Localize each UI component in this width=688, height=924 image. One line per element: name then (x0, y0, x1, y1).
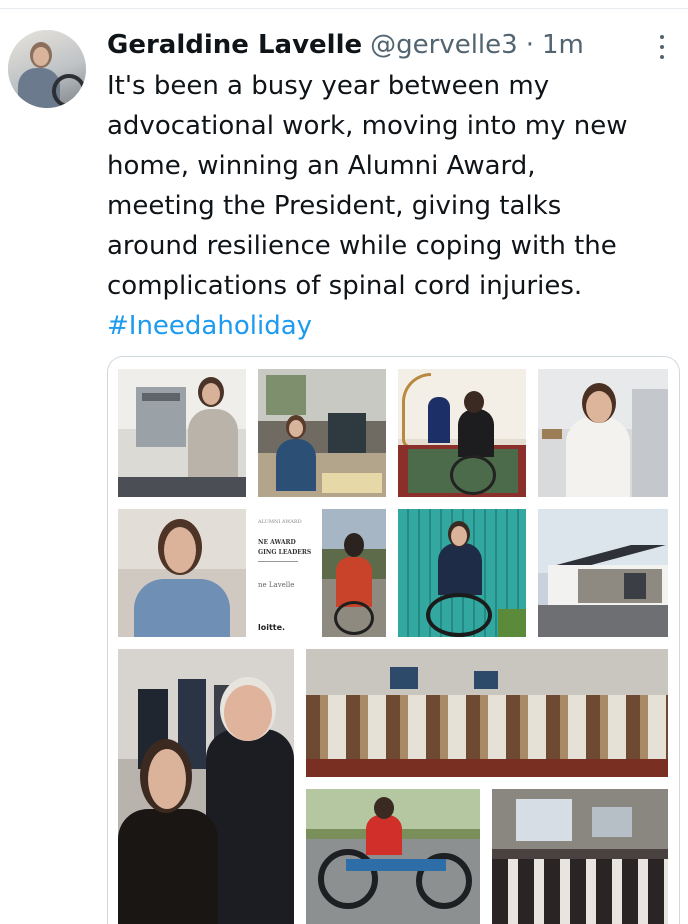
timestamp[interactable]: 1m (542, 30, 584, 60)
tweet-line: advocational work, moving into my new (107, 111, 628, 141)
tweet-header: Geraldine Lavelle @gervelle3 · 1m (107, 28, 584, 62)
photo-kitchen-smile[interactable] (538, 369, 668, 497)
doc-line-2: NE AWARD (258, 539, 296, 546)
tweet-line: home, winning an Alumni Award, (107, 151, 536, 181)
doc-footer: loitte. (258, 623, 286, 632)
media-card[interactable]: ALUMNI AWARD NE AWARD GING LEADERS ne La… (107, 356, 680, 924)
avatar[interactable] (8, 30, 86, 108)
photo-red-jacket[interactable] (322, 509, 386, 637)
photo-harp-room[interactable] (398, 369, 526, 497)
separator-dot: · (525, 30, 534, 60)
doc-name: ne Lavelle (258, 581, 295, 589)
photo-living-room[interactable] (258, 369, 386, 497)
doc-line-3: GING LEADERS (258, 549, 312, 556)
tweet-line: around resilience while coping with the (107, 231, 617, 261)
tweet-line: complications of spinal cord injuries. (107, 271, 583, 301)
author-name[interactable]: Geraldine Lavelle (107, 30, 362, 60)
top-divider (0, 8, 688, 9)
tweet-text: It's been a busy year between my advocat… (107, 66, 677, 306)
photo-award-document[interactable]: ALUMNI AWARD NE AWARD GING LEADERS ne La… (258, 509, 316, 637)
photo-new-home[interactable] (538, 509, 668, 637)
doc-line-1: ALUMNI AWARD (258, 519, 302, 525)
photo-hand-bike[interactable] (306, 789, 480, 924)
photo-green-shed[interactable] (398, 509, 526, 637)
tweet-line: meeting the President, giving talks (107, 191, 562, 221)
photo-meeting-president[interactable] (118, 649, 294, 924)
photo-machine-room[interactable] (118, 369, 246, 497)
hashtag-link[interactable]: #Ineedaholiday (107, 306, 312, 346)
author-handle[interactable]: @gervelle3 (370, 30, 518, 60)
tweet-line: It's been a busy year between my (107, 71, 550, 101)
photo-conference-room[interactable] (306, 649, 668, 777)
photo-talk-audience[interactable] (492, 789, 668, 924)
more-options-icon[interactable] (652, 32, 672, 62)
photo-portrait-denim[interactable] (118, 509, 246, 637)
